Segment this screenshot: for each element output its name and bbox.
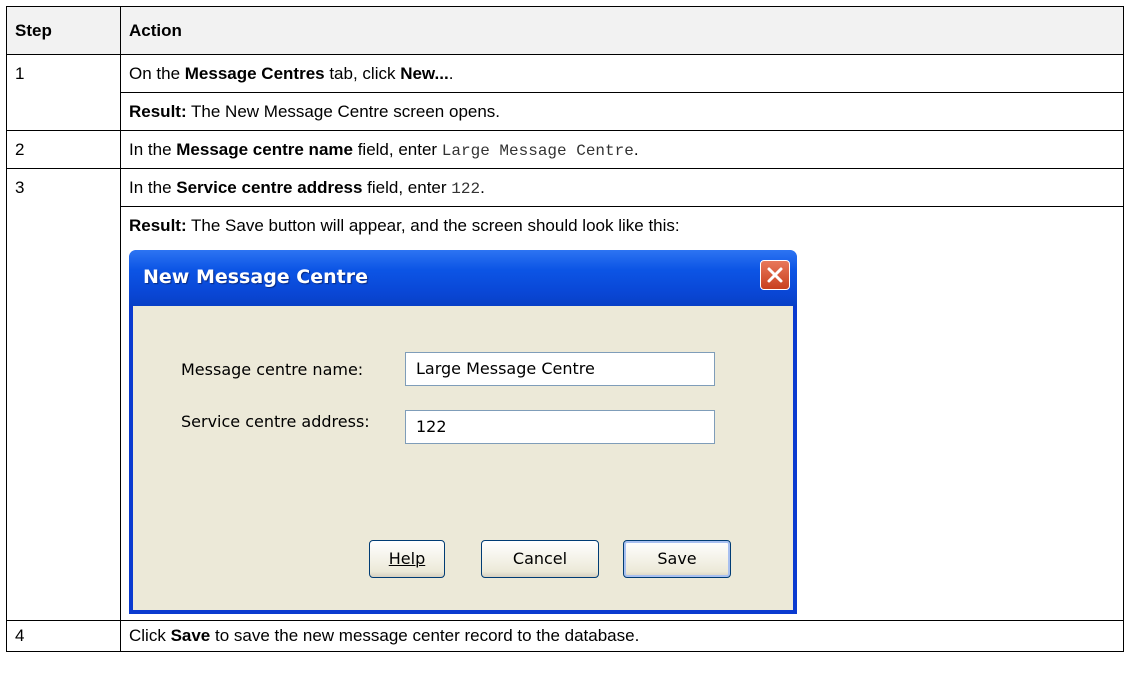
table-row: 1 On the Message Centres tab, click New.… (6, 54, 1124, 131)
result-text: Result: The Save button will appear, and… (121, 206, 1123, 244)
table-row: 2 In the Message centre name field, ente… (6, 130, 1124, 169)
dialog-title: New Message Centre (143, 266, 368, 288)
new-message-centre-dialog: New Message Centre Message centre name: … (129, 250, 797, 614)
dialog-body: Message centre name: Large Message Centr… (133, 306, 793, 610)
header-step: Step (6, 6, 121, 55)
step-number: 3 (15, 178, 25, 197)
dialog-titlebar[interactable]: New Message Centre (129, 250, 797, 306)
close-button[interactable] (760, 260, 790, 290)
action-cell: In the Service centre address field, ent… (120, 168, 1124, 621)
service-centre-address-label: Service centre address: (181, 412, 370, 431)
step-number: 2 (15, 140, 25, 159)
step-number: 1 (15, 64, 25, 83)
service-centre-address-field[interactable]: 122 (405, 410, 715, 444)
action-cell: In the Message centre name field, enter … (120, 130, 1124, 169)
procedure-table: Step Action 1 On the Message Centres tab… (6, 6, 1124, 652)
action-text: In the Service centre address field, ent… (129, 178, 485, 198)
action-cell: On the Message Centres tab, click New...… (120, 54, 1124, 131)
table-row: 3 In the Service centre address field, e… (6, 168, 1124, 621)
action-text: On the Message Centres tab, click New...… (129, 64, 454, 83)
message-centre-name-label: Message centre name: (181, 360, 364, 379)
message-centre-name-field[interactable]: Large Message Centre (405, 352, 715, 386)
result-text: Result: The New Message Centre screen op… (121, 92, 1123, 130)
table-row: 4 Click Save to save the new message cen… (6, 620, 1124, 652)
close-icon (767, 267, 783, 283)
header-action: Action (120, 6, 1124, 55)
action-text: In the Message centre name field, enter … (129, 140, 639, 160)
step-number: 4 (15, 626, 25, 645)
save-button[interactable]: Save (623, 540, 731, 578)
action-cell: Click Save to save the new message cente… (120, 620, 1124, 652)
action-text: Click Save to save the new message cente… (129, 626, 640, 645)
cancel-button[interactable]: Cancel (481, 540, 599, 578)
help-button[interactable]: Help (369, 540, 445, 578)
table-header-row: Step Action (6, 6, 1124, 55)
